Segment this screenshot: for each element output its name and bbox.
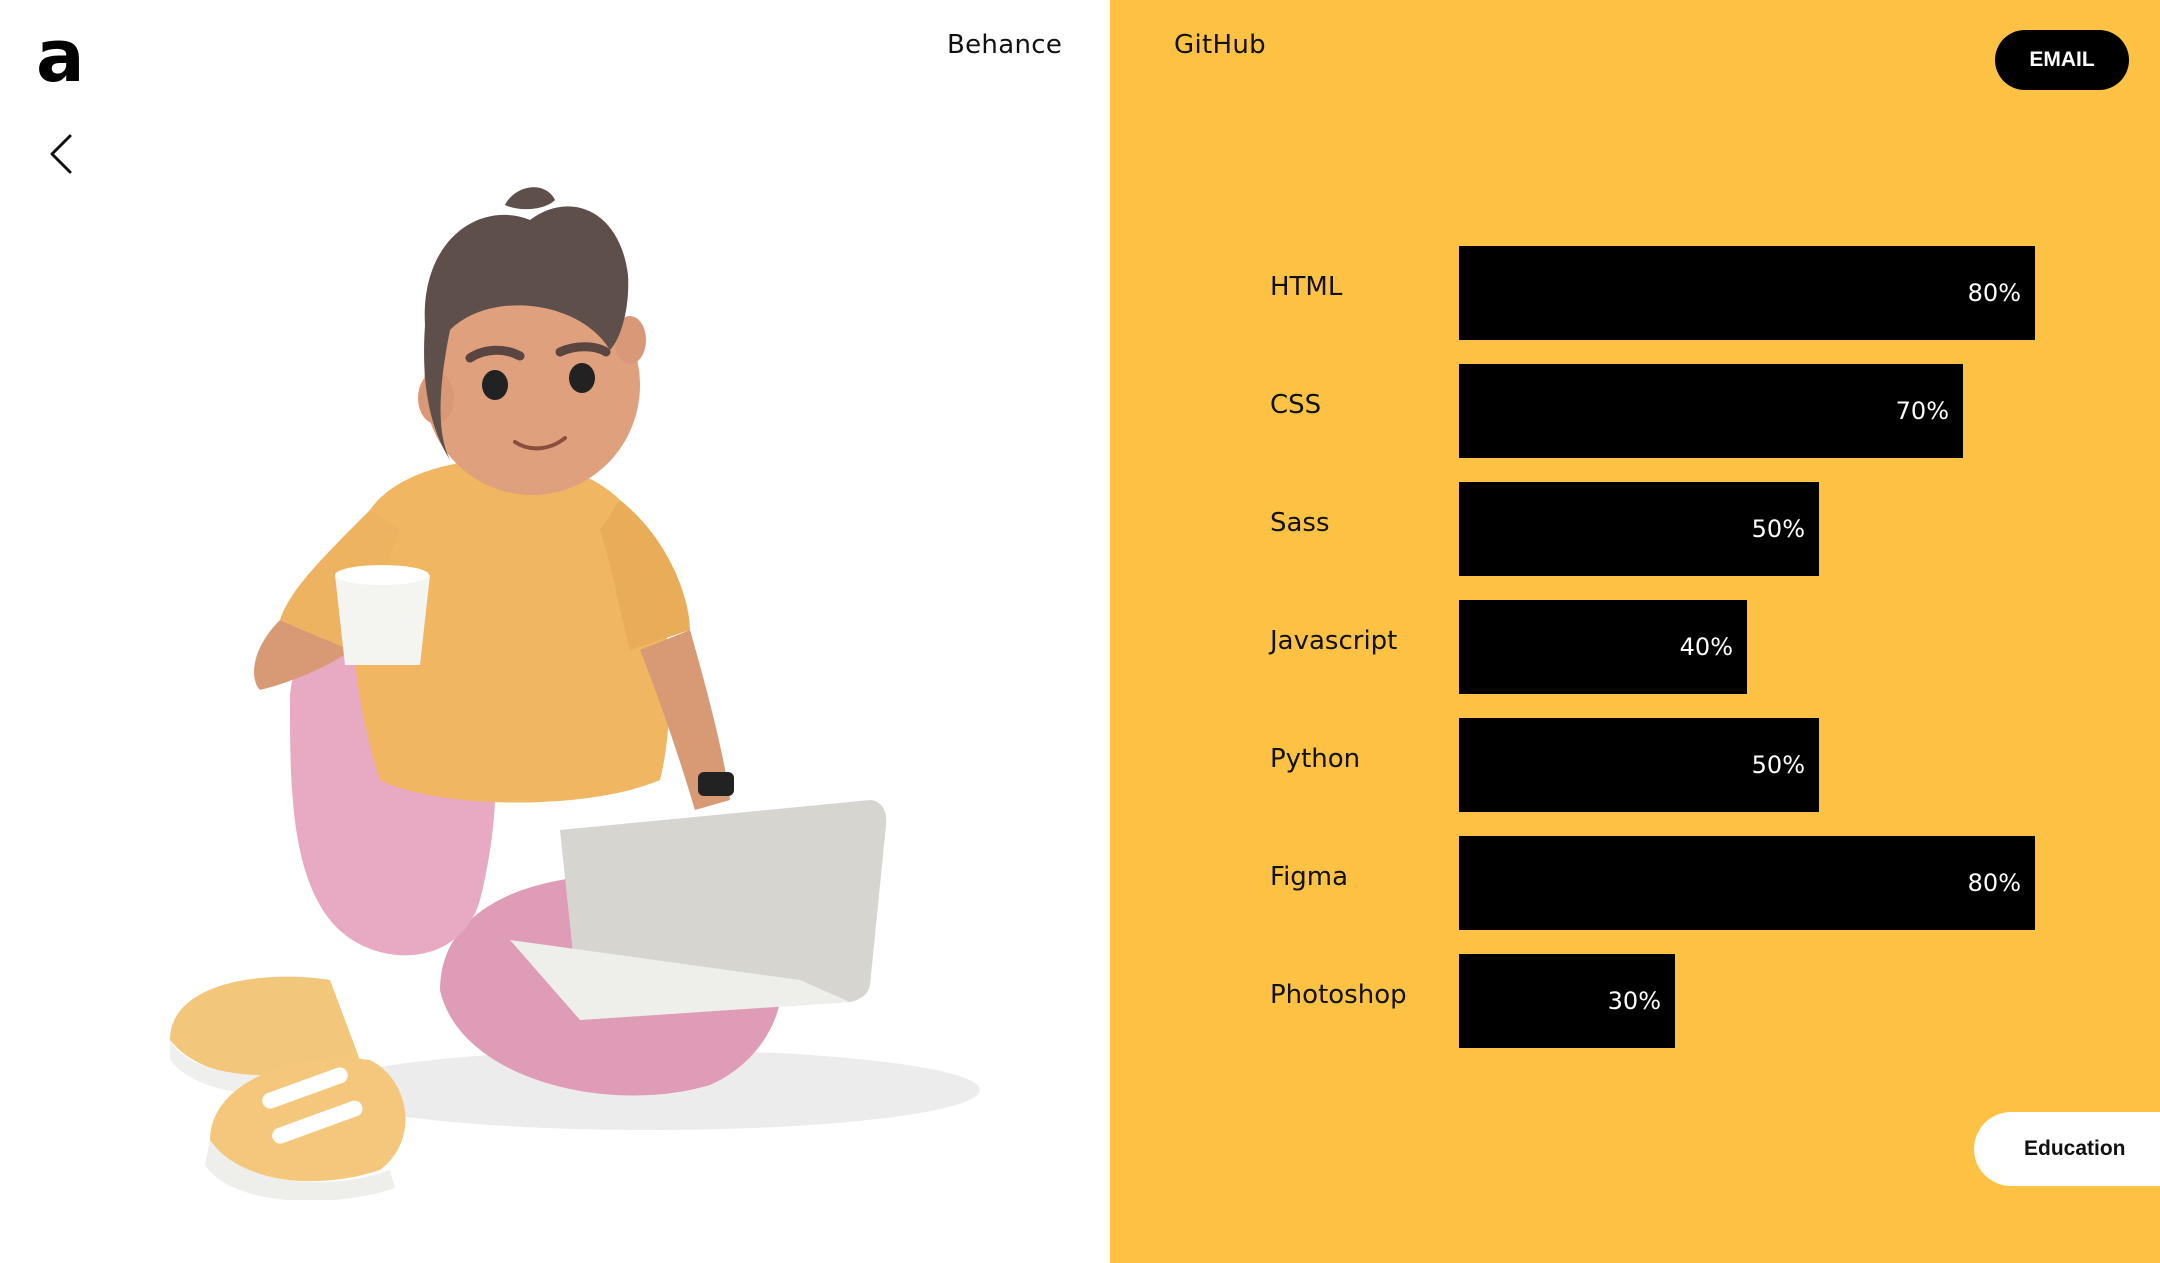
skill-bar: 30% [1459,954,1675,1048]
skill-row: Sass 50% [1270,482,2070,576]
skill-name: Photoshop [1270,980,1407,1010]
nav-github-link[interactable]: GitHub [1174,30,1266,60]
email-button[interactable]: EMAIL [1995,30,2129,90]
skill-name: CSS [1270,390,1322,420]
skill-row: HTML 80% [1270,246,2070,340]
skill-percent-label: 40% [1679,633,1733,661]
skill-bar: 50% [1459,718,1819,812]
skill-name: Python [1270,744,1361,774]
skill-name: Javascript [1270,626,1398,656]
skill-percent-label: 80% [1967,869,2021,897]
skill-percent-label: 70% [1895,397,1949,425]
skill-bar: 50% [1459,482,1819,576]
skill-name: Sass [1270,508,1330,538]
skill-row: CSS 70% [1270,364,2070,458]
skill-bar: 80% [1459,836,2035,930]
skill-bar: 70% [1459,364,1963,458]
character-illustration [170,187,980,1200]
skill-name: HTML [1270,272,1343,302]
nav-behance-link[interactable]: Behance [947,30,1062,60]
skill-row: Photoshop 30% [1270,954,2070,1048]
education-button[interactable]: Education [1974,1112,2160,1186]
skill-name: Figma [1270,862,1349,892]
skill-percent-label: 50% [1751,515,1805,543]
skill-percent-label: 50% [1751,751,1805,779]
skills-chart: HTML 80% CSS 70% Sass 50% Javascript 40%… [1270,246,2070,1072]
skill-percent-label: 80% [1967,279,2021,307]
chevron-left-icon [50,134,72,174]
skill-row: Python 50% [1270,718,2070,812]
site-logo[interactable]: a [36,20,85,92]
skill-percent-label: 30% [1607,987,1661,1015]
skill-row: Javascript 40% [1270,600,2070,694]
back-button[interactable] [46,132,76,176]
skill-bar: 40% [1459,600,1747,694]
left-pane: a Behance [0,0,1110,1263]
skill-row: Figma 80% [1270,836,2070,930]
skill-bar: 80% [1459,246,2035,340]
